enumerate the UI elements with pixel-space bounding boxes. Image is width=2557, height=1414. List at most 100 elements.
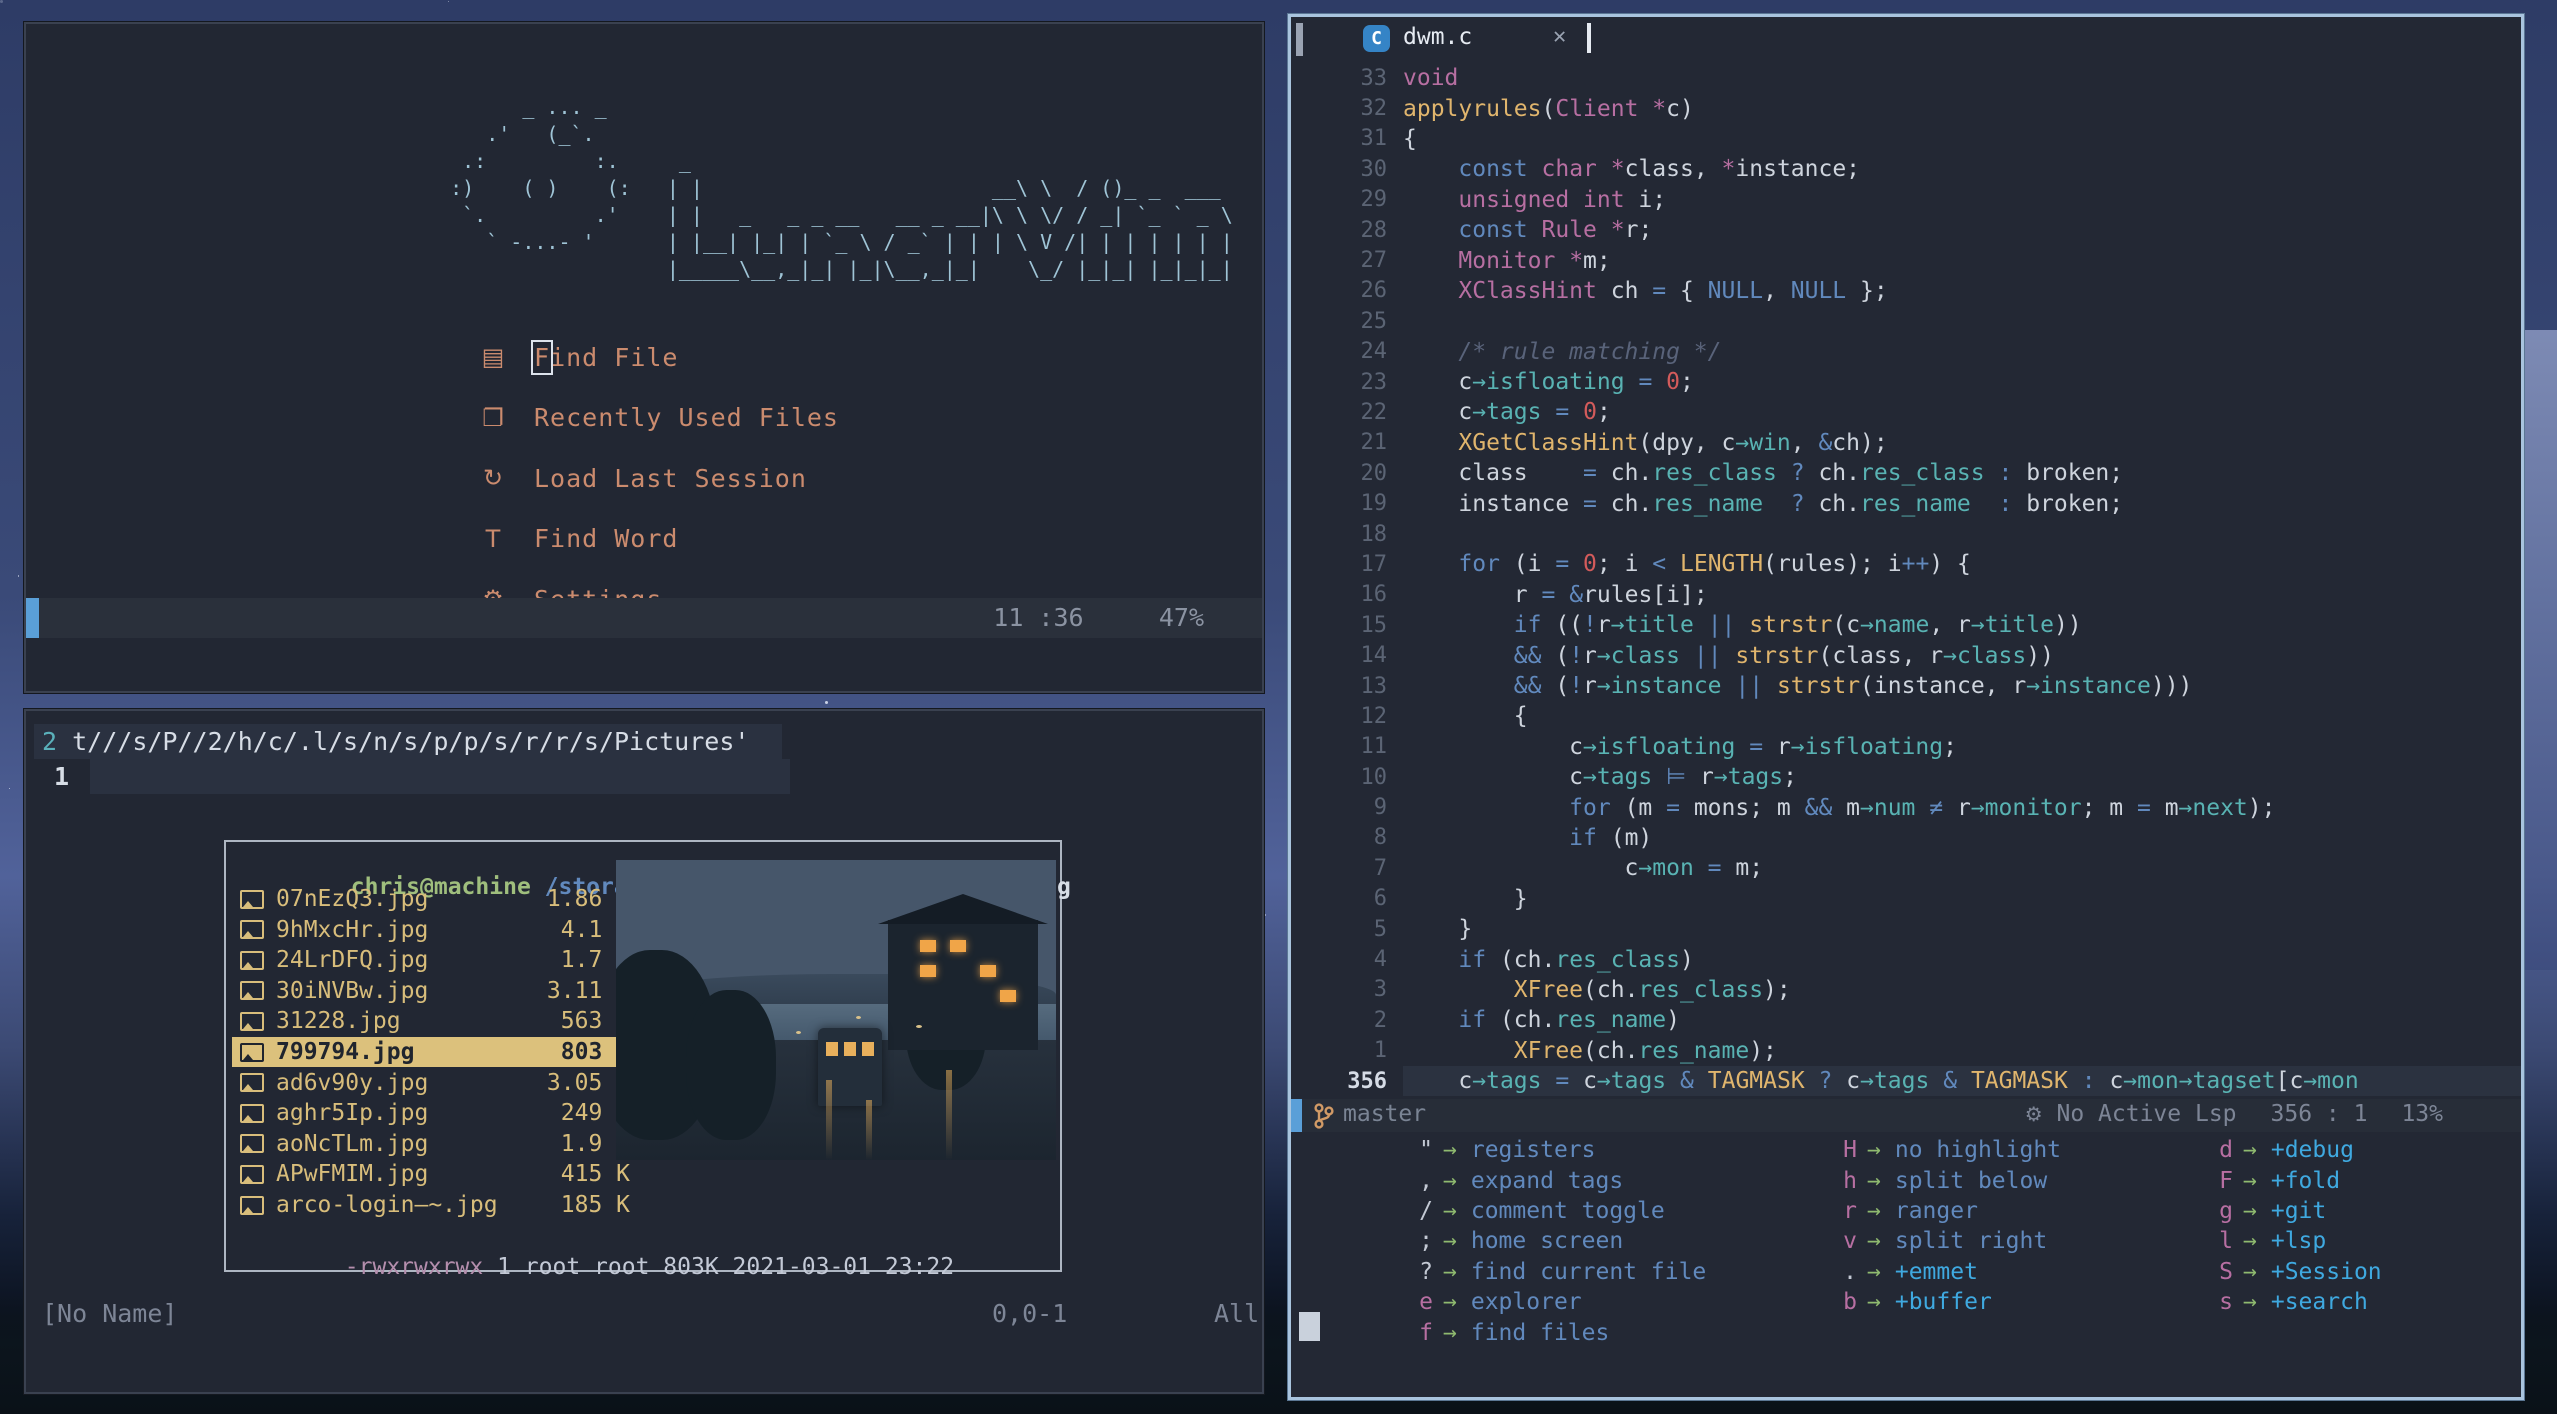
- file-size: 415 K: [560, 1161, 630, 1188]
- file-row[interactable]: 24LrDFQ.jpg 1.7 M: [232, 945, 630, 975]
- menu-item-find-file[interactable]: ▤ Find File: [478, 339, 678, 375]
- arrow-icon: →: [1443, 1319, 1457, 1346]
- whichkey-binding--emmet[interactable]: . → +emmet: [1811, 1257, 1978, 1287]
- arrow-icon: →: [2243, 1228, 2257, 1255]
- whichkey-binding--debug[interactable]: d → +debug: [2187, 1135, 2354, 1165]
- star: [824, 700, 828, 704]
- code-line[interactable]: 13 && (! r →instance || strstr (instance, r…: [1291, 671, 2521, 701]
- code-line[interactable]: 27 Monitor * m;: [1291, 245, 2521, 275]
- code-line[interactable]: 356 c →tags = c →tags & TAGMASK ? c →tags &…: [1291, 1065, 2521, 1097]
- whichkey-binding--search[interactable]: s → +search: [2187, 1287, 2368, 1317]
- file-manager-panel: chris@machine /storag/Pictures/wallpaper…: [224, 840, 1071, 1280]
- menu-item-recently-used-files[interactable]: ❐ Recently Used Files: [478, 401, 839, 435]
- whichkey-binding--lsp[interactable]: l → +lsp: [2187, 1226, 2326, 1256]
- code-line[interactable]: 19 instance = ch. res_name ? ch. res_name …: [1291, 488, 2521, 518]
- whichkey-description: explorer: [1470, 1289, 1582, 1316]
- whichkey-binding-find-files[interactable]: f → find files: [1387, 1317, 1609, 1347]
- code-line[interactable]: 33 void: [1291, 63, 2521, 93]
- code-line[interactable]: 7 c →mon = m;: [1291, 853, 2521, 883]
- whichkey-binding-comment-toggle[interactable]: / → comment toggle: [1387, 1196, 1665, 1226]
- file-row[interactable]: aghr5Ip.jpg 249 K: [232, 1098, 630, 1128]
- code-line[interactable]: 22 c →tags = 0;: [1291, 397, 2521, 427]
- file-row[interactable]: 799794.jpg 803 K: [232, 1037, 632, 1067]
- code-line[interactable]: 32 applyrules(Client * c): [1291, 93, 2521, 123]
- whichkey-binding-split-below[interactable]: h → split below: [1811, 1165, 2047, 1195]
- code-line[interactable]: 14 && (! r →class || strstr (class, r →class…: [1291, 640, 2521, 670]
- image-file-icon: [240, 1134, 264, 1154]
- code-line[interactable]: 3 XFree (ch. res_class);: [1291, 975, 2521, 1005]
- line-number: 27: [1360, 248, 1388, 274]
- code-line[interactable]: 2 if (ch. res_name): [1291, 1005, 2521, 1035]
- image-file-icon: [240, 889, 264, 909]
- whichkey-key: b: [1843, 1289, 1857, 1316]
- code-line[interactable]: 4 if (ch. res_class): [1291, 944, 2521, 974]
- file-row[interactable]: 07nEzQ3.jpg 1.86 M: [232, 884, 630, 914]
- line-number: 18: [1360, 521, 1388, 547]
- whichkey-binding-no-highlight[interactable]: H → no highlight: [1811, 1135, 2061, 1165]
- whichkey-binding-home-screen[interactable]: ; → home screen: [1387, 1226, 1623, 1256]
- line-number: 7: [1373, 855, 1387, 881]
- code-line[interactable]: 10 c →tags ⊨ r →tags;: [1291, 762, 2521, 792]
- menu-item-find-word[interactable]: T Find Word: [478, 522, 678, 556]
- whichkey-description: +emmet: [1894, 1258, 1978, 1285]
- code-line[interactable]: 21 XGetClassHint (dpy, c →win, & ch);: [1291, 428, 2521, 458]
- whichkey-binding-expand-tags[interactable]: , → expand tags: [1387, 1165, 1623, 1195]
- code-line[interactable]: 30 const char * class, * instance;: [1291, 154, 2521, 184]
- whichkey-description: +git: [2270, 1197, 2327, 1224]
- file-row[interactable]: 31228.jpg 563 K: [232, 1006, 630, 1036]
- whichkey-description: split right: [1894, 1228, 2048, 1255]
- window-terminal-filemanager[interactable]: 2 t///s/P//2/h/c/.l/s/n/s/p/p/s/r/r/s/Pi…: [24, 709, 1264, 1394]
- tab-close-icon[interactable]: ✕: [1553, 24, 1566, 49]
- file-row[interactable]: arco-login—~.jpg 185 K: [232, 1190, 630, 1220]
- arrow-icon: →: [1443, 1228, 1457, 1255]
- whichkey-binding--git[interactable]: g → +git: [2187, 1196, 2326, 1226]
- file-name: aoNcTLm.jpg: [276, 1130, 429, 1157]
- code-line[interactable]: 20 class = ch. res_class ? ch. res_class :…: [1291, 458, 2521, 488]
- line-number: 8: [1373, 825, 1387, 851]
- code-text: XFree (ch. res_class);: [1513, 976, 1791, 1003]
- code-line[interactable]: 5 }: [1291, 914, 2521, 944]
- code-line[interactable]: 23 c →isfloating = 0;: [1291, 367, 2521, 397]
- whichkey-binding--fold[interactable]: F → +fold: [2187, 1165, 2340, 1195]
- whichkey-binding-ranger[interactable]: r → ranger: [1811, 1196, 1978, 1226]
- file-name: 9hMxcHr.jpg: [276, 916, 429, 943]
- code-line[interactable]: 17 for (i = 0; i < LENGTH (rules); i ++) {: [1291, 549, 2521, 579]
- code-line[interactable]: 28 const Rule * r;: [1291, 215, 2521, 245]
- code-line[interactable]: 16 r = & rules[i];: [1291, 580, 2521, 610]
- code-line[interactable]: 24 /* rule matching */: [1291, 337, 2521, 367]
- lsp-status: ⚙ No Active Lsp: [2024, 1101, 2237, 1127]
- code-line[interactable]: 15 if ((! r →title || strstr (c →name, r →tit…: [1291, 610, 2521, 640]
- code-line[interactable]: 31 {: [1291, 124, 2521, 154]
- code-line[interactable]: 18: [1291, 519, 2521, 549]
- code-line[interactable]: 29 unsigned int i;: [1291, 185, 2521, 215]
- preview-window-light: [1000, 990, 1016, 1002]
- file-row[interactable]: APwFMIM.jpg 415 K: [232, 1159, 630, 1189]
- tab-dwm-c[interactable]: dwm.c: [1403, 24, 1472, 50]
- star: [8, 787, 11, 790]
- code-line[interactable]: 1 XFree (ch. res_name);: [1291, 1036, 2521, 1066]
- whichkey-binding-explorer[interactable]: e → explorer: [1387, 1287, 1582, 1317]
- code-line[interactable]: 6 }: [1291, 884, 2521, 914]
- code-line[interactable]: 9 for (m = mons; m && m →num ≠ r →monitor;…: [1291, 792, 2521, 822]
- whichkey-binding--session[interactable]: S → +Session: [2187, 1257, 2382, 1287]
- arrow-icon: →: [2243, 1197, 2257, 1224]
- line-number: 29: [1360, 187, 1388, 213]
- menu-item-load-last-session[interactable]: ↻ Load Last Session: [478, 461, 807, 495]
- window-lunarvim-dashboard[interactable]: _ ... _ .' (_`. .: :. _ :) ( ) (: | | __…: [24, 22, 1264, 693]
- whichkey-binding-registers[interactable]: " → registers: [1387, 1135, 1595, 1165]
- file-row[interactable]: 30iNVBw.jpg 3.11 M: [232, 976, 630, 1006]
- file-row[interactable]: aoNcTLm.jpg 1.9 M: [232, 1129, 630, 1159]
- file-row[interactable]: ad6v90y.jpg 3.05 M: [232, 1068, 630, 1098]
- whichkey-binding-find-current-file[interactable]: ? → find current file: [1387, 1257, 1706, 1287]
- code-line[interactable]: 25: [1291, 306, 2521, 336]
- whichkey-binding-split-right[interactable]: v → split right: [1811, 1226, 2047, 1256]
- whichkey-binding--buffer[interactable]: b → +buffer: [1811, 1287, 1992, 1317]
- window-editor-dwm[interactable]: C dwm.c ✕ 33 void 32 applyrules(Client * c) 3…: [1288, 14, 2524, 1400]
- line-number: 16: [1360, 582, 1388, 608]
- code-line[interactable]: 11 c →isfloating = r →isfloating;: [1291, 732, 2521, 762]
- code-line[interactable]: 12 {: [1291, 701, 2521, 731]
- code-line[interactable]: 26 XClassHint ch = { NULL, NULL };: [1291, 276, 2521, 306]
- file-row[interactable]: 9hMxcHr.jpg 4.1 M: [232, 915, 630, 945]
- code-line[interactable]: 8 if (m): [1291, 823, 2521, 853]
